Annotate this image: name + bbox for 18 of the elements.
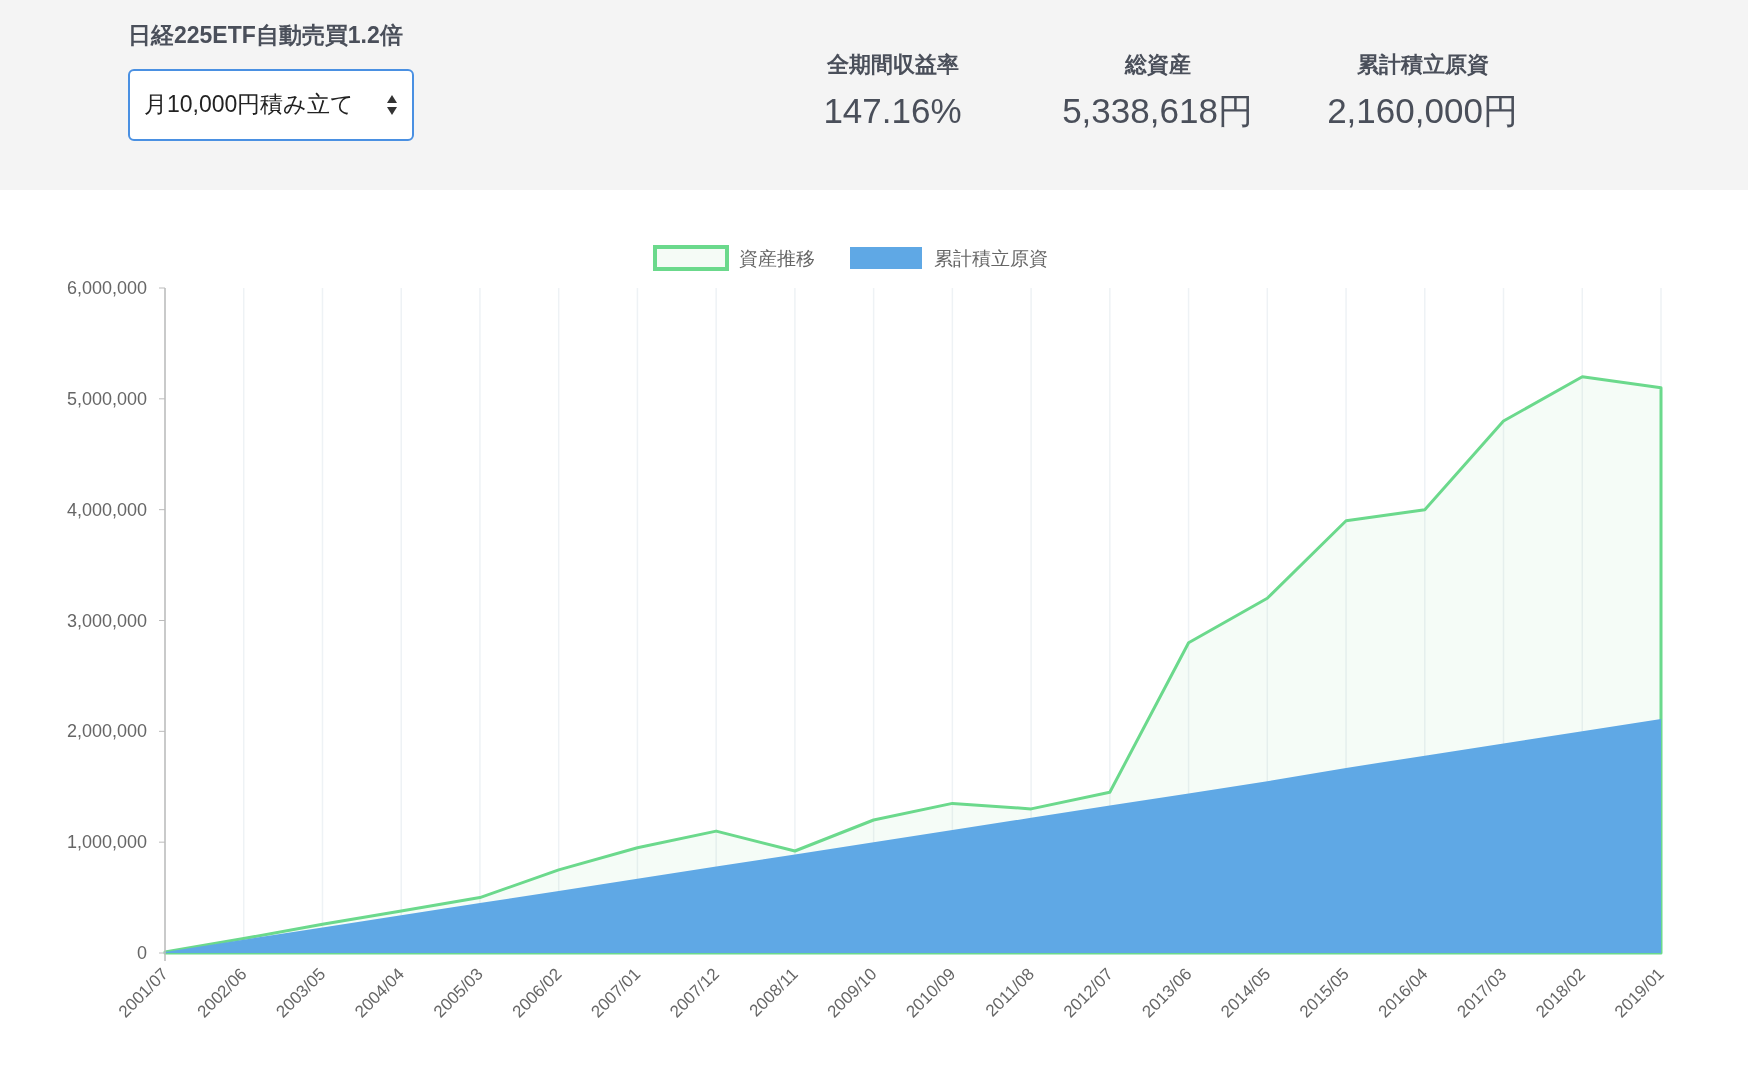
y-tick-label: 3,000,000 [66,610,147,631]
stat-value: 147.16% [823,90,962,132]
legend-label[interactable]: 資産推移 [739,248,815,269]
y-tick-label: 1,000,000 [66,832,147,853]
strategy-title: 日経225ETF自動売買1.2倍 [128,21,404,50]
stat-value: 2,160,000円 [1327,90,1518,132]
y-tick-label: 4,000,000 [66,499,147,520]
y-tick-label: 6,000,000 [66,278,147,298]
legend-swatch [850,247,922,269]
stat-label: 累計積立原資 [1356,51,1489,79]
y-tick-label: 2,000,000 [66,721,147,742]
y-tick-label: 0 [137,943,147,963]
stat-label: 全期間収益率 [826,51,959,79]
y-tick-label: 5,000,000 [66,388,147,409]
plan-select[interactable]: 月10,000円積み立て [128,68,414,141]
stat-value: 5,338,618円 [1062,90,1253,132]
legend-label[interactable]: 累計積立原資 [934,248,1048,269]
stat-label: 総資産 [1124,51,1191,79]
